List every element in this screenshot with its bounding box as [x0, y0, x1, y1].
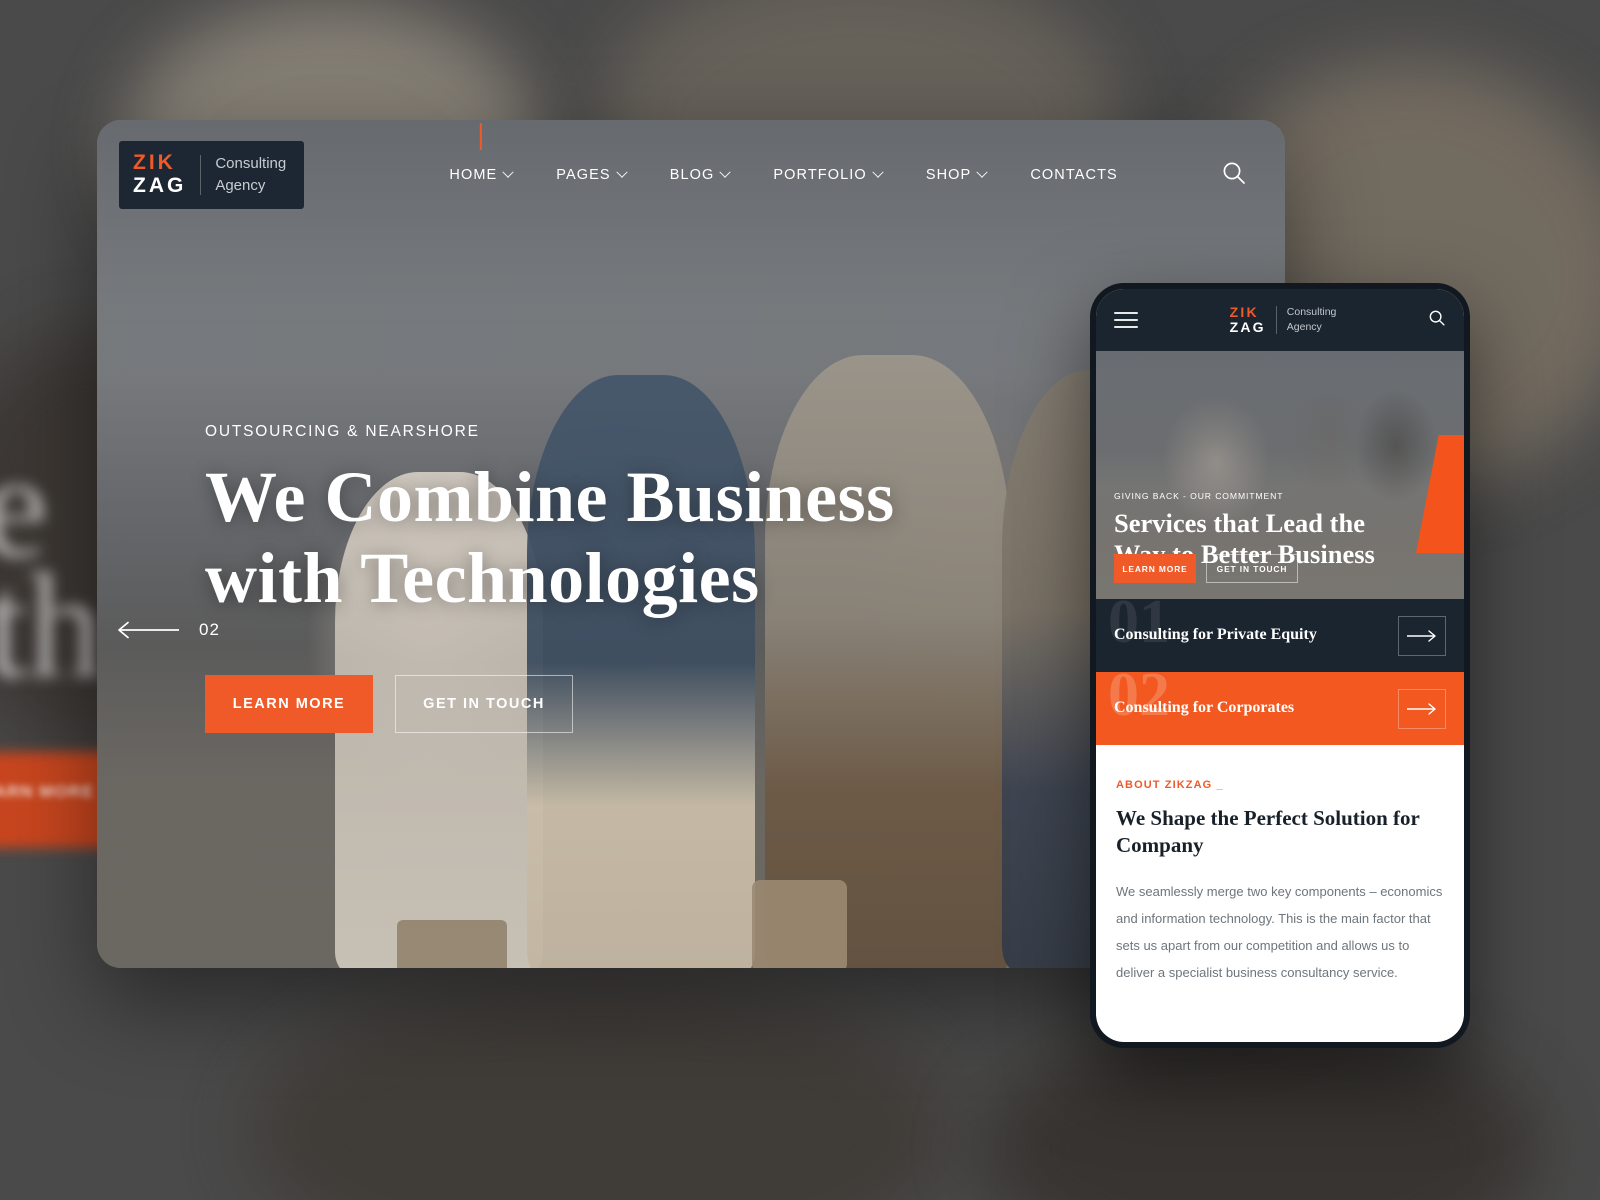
nav-item-label: CONTACTS	[1030, 167, 1118, 183]
logo-tagline: Consulting Agency	[215, 153, 286, 197]
logo-zag-text: ZAG	[133, 174, 187, 197]
background-blob	[250, 980, 950, 1200]
arrow-right-icon[interactable]	[1398, 688, 1446, 729]
nav-item-pages[interactable]: PAGES	[556, 161, 628, 189]
nav-item-label: HOME	[449, 167, 498, 183]
service-card-02[interactable]: 02 Consulting for Corporates	[1096, 672, 1464, 745]
chevron-down-icon	[502, 166, 514, 178]
arrow-left-icon[interactable]	[117, 621, 181, 639]
chevron-down-icon	[616, 166, 628, 178]
chevron-down-icon	[976, 166, 988, 178]
mobile-learn-more-button[interactable]: LEARN MORE	[1114, 554, 1196, 583]
hero-kicker: OUTSOURCING & NEARSHORE	[205, 423, 480, 440]
mobile-logo-tagline-line2: Agency	[1286, 321, 1322, 333]
slider-controls: 02	[117, 620, 220, 640]
mobile-hero: GIVING BACK - OUR COMMITMENT Services th…	[1096, 351, 1464, 599]
mobile-logo-mark: ZIK ZAG	[1229, 303, 1266, 336]
about-title: We Shape the Perfect Solution for Compan…	[1116, 806, 1420, 858]
main-navigation: HOME PAGES BLOG PORTFOLIO SHOP CONTACTS	[346, 161, 1221, 189]
service-card-01[interactable]: 01 Consulting for Private Equity	[1096, 599, 1464, 672]
hero-copy: OUTSOURCING & NEARSHORE We Combine Busin…	[205, 423, 895, 618]
learn-more-button[interactable]: LEARN MORE	[205, 675, 373, 733]
about-body-text: We seamlessly merge two key components –…	[1116, 883, 1443, 980]
chevron-down-icon	[872, 166, 884, 178]
chevron-down-icon	[719, 166, 732, 178]
mobile-header: ZIK ZAG Consulting Agency	[1096, 289, 1464, 351]
nav-item-label: PORTFOLIO	[773, 167, 867, 183]
logo-mark: ZIK ZAG	[133, 152, 186, 197]
nav-item-contacts[interactable]: CONTACTS	[1030, 161, 1117, 189]
logo-zik-text: ZIK	[133, 151, 176, 175]
mobile-logo-zag-text: ZAG	[1229, 319, 1266, 335]
nav-item-shop[interactable]: SHOP	[925, 161, 988, 189]
arrow-right-icon[interactable]	[1398, 615, 1446, 656]
mobile-search-icon[interactable]	[1428, 309, 1446, 332]
mobile-about-section: ABOUT ZIKZAG _ We Shape the Perfect Solu…	[1096, 745, 1464, 986]
mobile-website-mockup: ZIK ZAG Consulting Agency GIVING BACK -	[1090, 283, 1470, 1048]
logo-tagline-line2: Agency	[215, 177, 266, 194]
nav-item-label: SHOP	[925, 167, 972, 183]
nav-item-label: PAGES	[556, 167, 611, 183]
mobile-logo[interactable]: ZIK ZAG Consulting Agency	[1150, 303, 1416, 336]
mobile-screen: ZIK ZAG Consulting Agency GIVING BACK -	[1096, 289, 1464, 1042]
hero-buttons: LEARN MORE GET IN TOUCH	[205, 675, 573, 733]
get-in-touch-button[interactable]: GET IN TOUCH	[395, 675, 573, 733]
nav-item-portfolio[interactable]: PORTFOLIO	[773, 161, 884, 189]
hamburger-menu-icon[interactable]	[1114, 312, 1138, 328]
nav-item-label: BLOG	[669, 167, 715, 183]
search-icon[interactable]	[1221, 160, 1247, 191]
mobile-hero-title-line1: Services that Lead the	[1114, 508, 1365, 538]
background-letter: th	[0, 543, 103, 709]
nav-item-home[interactable]: HOME	[449, 161, 514, 189]
mobile-logo-divider	[1275, 306, 1277, 334]
logo-divider	[200, 155, 202, 195]
about-kicker: ABOUT ZIKZAG _	[1116, 779, 1224, 791]
mobile-hero-kicker: GIVING BACK - OUR COMMITMENT	[1114, 491, 1284, 501]
mobile-hero-buttons: LEARN MORE GET IN TOUCH	[1114, 554, 1298, 583]
logo[interactable]: ZIK ZAG Consulting Agency	[119, 141, 305, 209]
service-title: Consulting for Corporates	[1114, 699, 1295, 717]
hero-title-line1: We Combine Business	[205, 457, 895, 537]
desktop-header: ZIK ZAG Consulting Agency HOME PAGES BLO…	[97, 120, 1285, 230]
slide-counter: 02	[199, 620, 220, 639]
background-orange-label: LEARN MORE	[0, 782, 95, 801]
logo-tagline-line1: Consulting	[215, 155, 287, 173]
mobile-get-in-touch-button[interactable]: GET IN TOUCH	[1206, 554, 1298, 583]
nav-item-blog[interactable]: BLOG	[669, 161, 732, 189]
mobile-logo-zik-text: ZIK	[1229, 303, 1259, 320]
hero-title: We Combine Business with Technologies	[205, 457, 895, 618]
service-title: Consulting for Private Equity	[1114, 626, 1317, 644]
mobile-logo-tagline-line1: Consulting	[1286, 306, 1337, 319]
hero-title-line2: with Technologies	[205, 537, 760, 618]
mobile-logo-tagline: Consulting Agency	[1287, 305, 1337, 335]
